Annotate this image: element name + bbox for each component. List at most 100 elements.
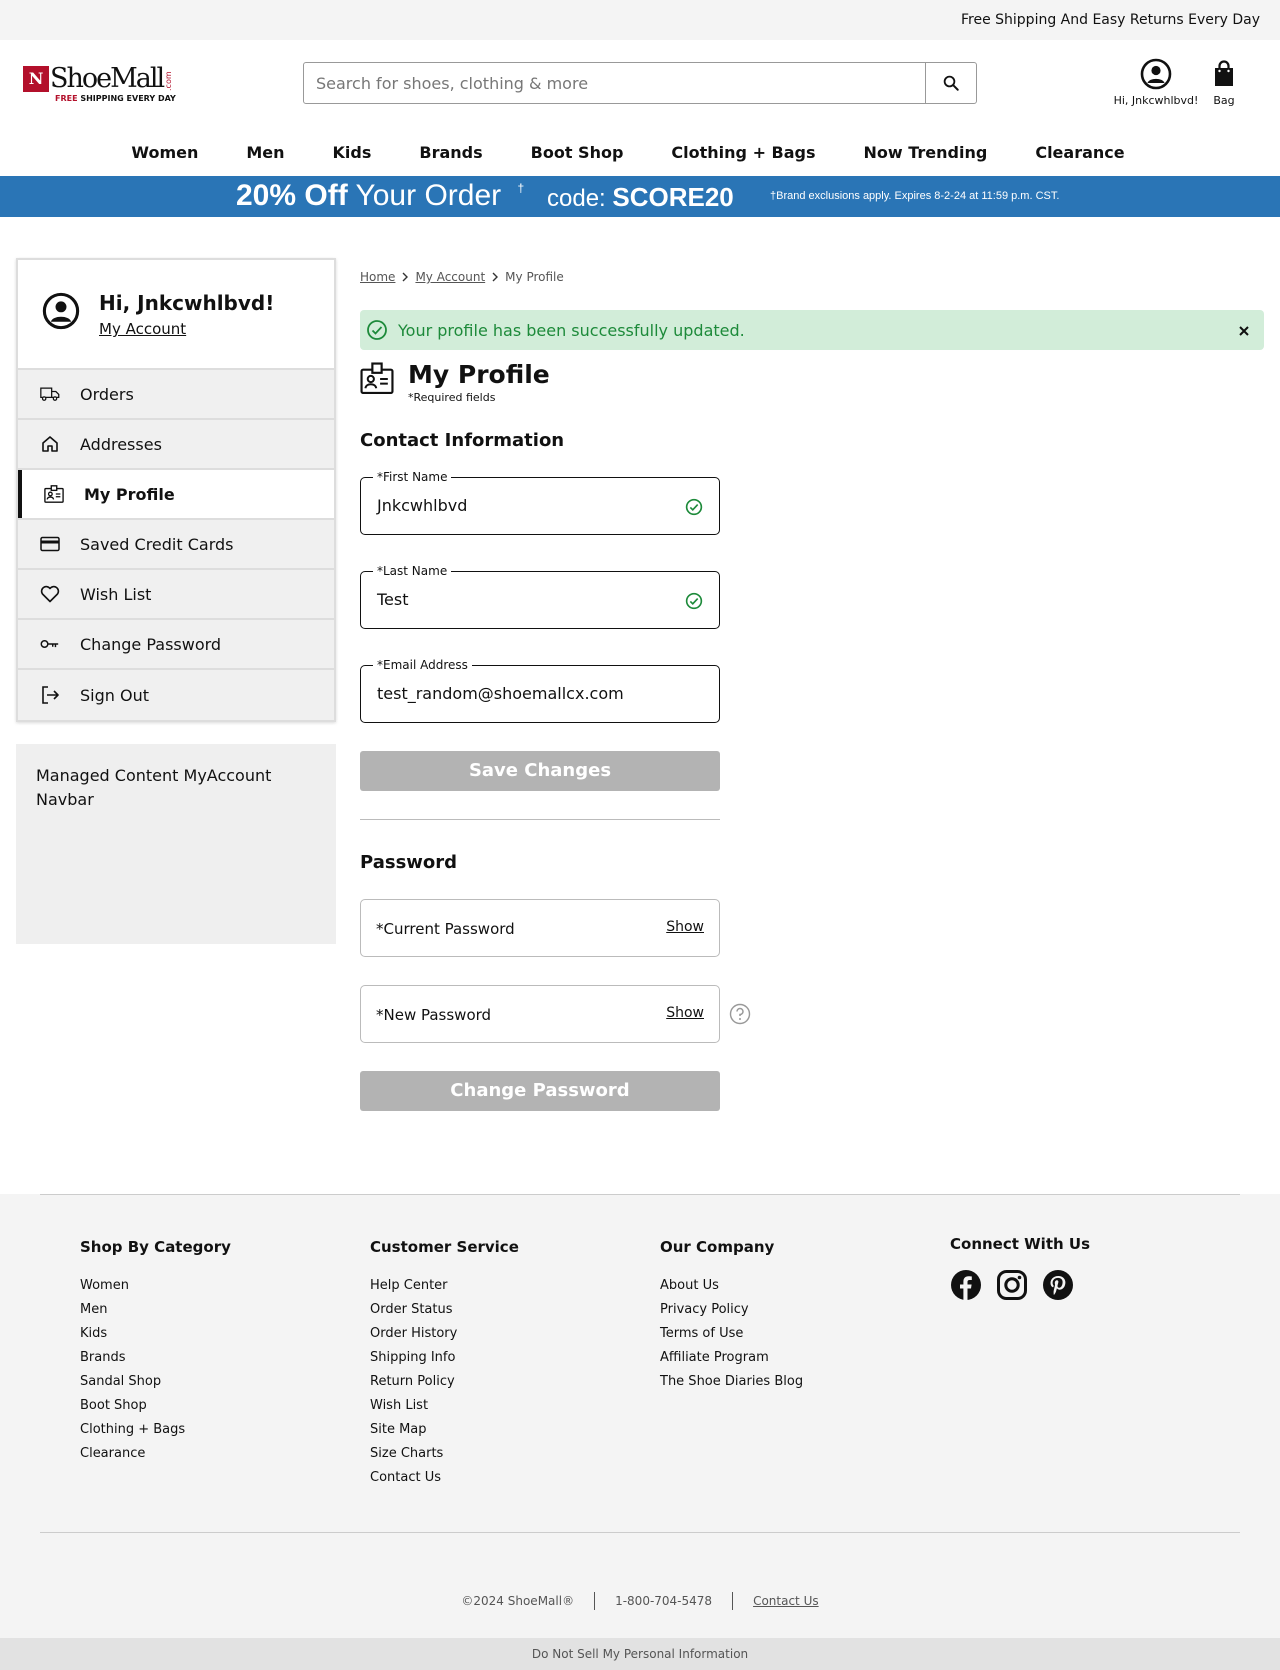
current-password-field[interactable]: *Current Password Show — [360, 899, 720, 957]
heart-icon — [40, 585, 60, 603]
show-current-password-toggle[interactable]: Show — [666, 919, 704, 935]
nav-now-trending[interactable]: Now Trending — [840, 143, 1012, 162]
id-card-icon — [360, 362, 394, 404]
nav-men[interactable]: Men — [222, 143, 308, 162]
sidebar-item-sign-out[interactable]: Sign Out — [18, 670, 334, 720]
sidebar-item-my-profile[interactable]: My Profile — [18, 470, 334, 520]
footer-link[interactable]: Contact Us — [370, 1466, 519, 1490]
footer-column-title: Customer Service — [370, 1238, 519, 1256]
footer-link[interactable]: Kids — [80, 1322, 231, 1346]
phone-number[interactable]: 1-800-704-5478 — [615, 1594, 712, 1608]
sidebar-item-label: Wish List — [80, 584, 152, 604]
managed-content-block: Managed Content MyAccount Navbar — [16, 744, 336, 944]
new-password-label: *New Password — [376, 1006, 492, 1024]
footer-link[interactable]: Order History — [370, 1322, 519, 1346]
separator — [594, 1592, 596, 1610]
footer-link[interactable]: Brands — [80, 1346, 231, 1370]
free-shipping-message: Free Shipping And Easy Returns Every Day — [960, 12, 1260, 28]
logo-suffix: .com — [164, 71, 174, 91]
check-circle-icon — [685, 498, 703, 520]
nav-kids[interactable]: Kids — [309, 143, 396, 162]
save-changes-button[interactable]: Save Changes — [360, 751, 720, 791]
search-input[interactable] — [304, 63, 925, 103]
help-icon[interactable] — [729, 1003, 751, 1029]
footer-divider — [40, 1532, 1240, 1533]
sidebar-my-account-link[interactable]: My Account — [99, 320, 186, 338]
instagram-icon[interactable] — [996, 1269, 1028, 1305]
breadcrumb: Home My Account My Profile — [360, 270, 1264, 284]
close-alert-button[interactable] — [1238, 322, 1250, 341]
footer-link[interactable]: Privacy Policy — [660, 1298, 803, 1322]
contact-us-link[interactable]: Contact Us — [753, 1594, 819, 1608]
footer-link[interactable]: Men — [80, 1298, 231, 1322]
sidebar-item-saved-credit-cards[interactable]: Saved Credit Cards — [18, 520, 334, 570]
footer-link[interactable]: Site Map — [370, 1418, 519, 1442]
footer-link[interactable]: Wish List — [370, 1394, 519, 1418]
page-title: My Profile — [408, 360, 550, 389]
footer-link[interactable]: Order Status — [370, 1298, 519, 1322]
main-nav: Women Men Kids Brands Boot Shop Clothing… — [0, 128, 1280, 176]
shoemall-logo[interactable]: N ShoeMall .com FREE SHIPPING EVERY DAY — [23, 65, 183, 103]
promo-fine-print: †Brand exclusions apply. Expires 8-2-24 … — [770, 190, 1060, 202]
account-link[interactable]: Hi, Jnkcwhlbvd! — [1108, 58, 1204, 107]
change-password-button[interactable]: Change Password — [360, 1071, 720, 1111]
nav-boot-shop[interactable]: Boot Shop — [507, 143, 648, 162]
email-field[interactable]: *Email Address test_random@shoemallcx.co… — [360, 658, 720, 723]
footer-link[interactable]: The Shoe Diaries Blog — [660, 1370, 803, 1394]
bag-link[interactable]: Bag — [1208, 60, 1240, 107]
user-circle-icon — [1140, 58, 1172, 90]
last-name-field[interactable]: *Last Name Test — [360, 564, 720, 629]
nav-women[interactable]: Women — [131, 143, 222, 162]
footer-link[interactable]: Shipping Info — [370, 1346, 519, 1370]
page-title-row: My Profile *Required fields — [360, 360, 1264, 404]
footer-link[interactable]: Affiliate Program — [660, 1346, 803, 1370]
chevron-right-icon — [402, 272, 409, 282]
footer-link[interactable]: Boot Shop — [80, 1394, 231, 1418]
new-password-field[interactable]: *New Password Show — [360, 985, 751, 1043]
sidebar-item-addresses[interactable]: Addresses — [18, 420, 334, 470]
first-name-field[interactable]: *First Name Jnkcwhlbvd — [360, 470, 720, 535]
footer-link[interactable]: Return Policy — [370, 1370, 519, 1394]
current-password-label: *Current Password — [376, 920, 515, 938]
footer-link[interactable]: Women — [80, 1274, 231, 1298]
nav-clothing-bags[interactable]: Clothing + Bags — [647, 143, 839, 162]
footer-link[interactable]: Sandal Shop — [80, 1370, 231, 1394]
breadcrumb-home[interactable]: Home — [360, 270, 395, 284]
sidebar-item-orders[interactable]: Orders — [18, 370, 334, 420]
show-new-password-toggle[interactable]: Show — [666, 1005, 704, 1021]
check-circle-icon — [685, 592, 703, 614]
key-icon — [40, 637, 60, 651]
pinterest-icon[interactable] — [1042, 1269, 1074, 1305]
search-button[interactable] — [925, 63, 976, 103]
promo-code: code: SCORE20 — [547, 182, 734, 212]
section-divider — [360, 819, 720, 820]
shopping-bag-icon — [1215, 60, 1233, 86]
footer-column-title: Shop By Category — [80, 1238, 231, 1256]
footer-link[interactable]: Terms of Use — [660, 1322, 803, 1346]
promo-banner[interactable]: 20% Off Your Order † code: SCORE20 †Bran… — [0, 176, 1280, 217]
footer-column-shop-by-category: Shop By Category Women Men Kids Brands S… — [80, 1238, 231, 1466]
logo-mark: N — [23, 66, 49, 92]
footer-column-our-company: Our Company About Us Privacy Policy Term… — [660, 1238, 803, 1394]
do-not-sell-link[interactable]: Do Not Sell My Personal Information — [0, 1638, 1280, 1670]
sidebar-item-label: Sign Out — [80, 685, 149, 705]
search-bar — [303, 62, 977, 104]
sidebar-item-change-password[interactable]: Change Password — [18, 620, 334, 670]
facebook-icon[interactable] — [950, 1269, 982, 1305]
first-name-label: *First Name — [373, 470, 452, 484]
sign-out-icon — [40, 685, 60, 705]
contact-info-heading: Contact Information — [360, 430, 565, 451]
footer-column-customer-service: Customer Service Help Center Order Statu… — [370, 1238, 519, 1490]
breadcrumb-my-account[interactable]: My Account — [415, 270, 485, 284]
footer-link[interactable]: Size Charts — [370, 1442, 519, 1466]
nav-brands[interactable]: Brands — [395, 143, 506, 162]
footer-link[interactable]: Clothing + Bags — [80, 1418, 231, 1442]
logo-tagline: FREE SHIPPING EVERY DAY — [55, 94, 176, 103]
footer-link[interactable]: About Us — [660, 1274, 803, 1298]
sidebar-item-wish-list[interactable]: Wish List — [18, 570, 334, 620]
first-name-value: Jnkcwhlbvd — [377, 496, 468, 515]
footer-link[interactable]: Clearance — [80, 1442, 231, 1466]
nav-clearance[interactable]: Clearance — [1011, 143, 1148, 162]
footer-bottom-bar: ©2024 ShoeMall® 1-800-704-5478 Contact U… — [0, 1592, 1280, 1610]
footer-link[interactable]: Help Center — [370, 1274, 519, 1298]
